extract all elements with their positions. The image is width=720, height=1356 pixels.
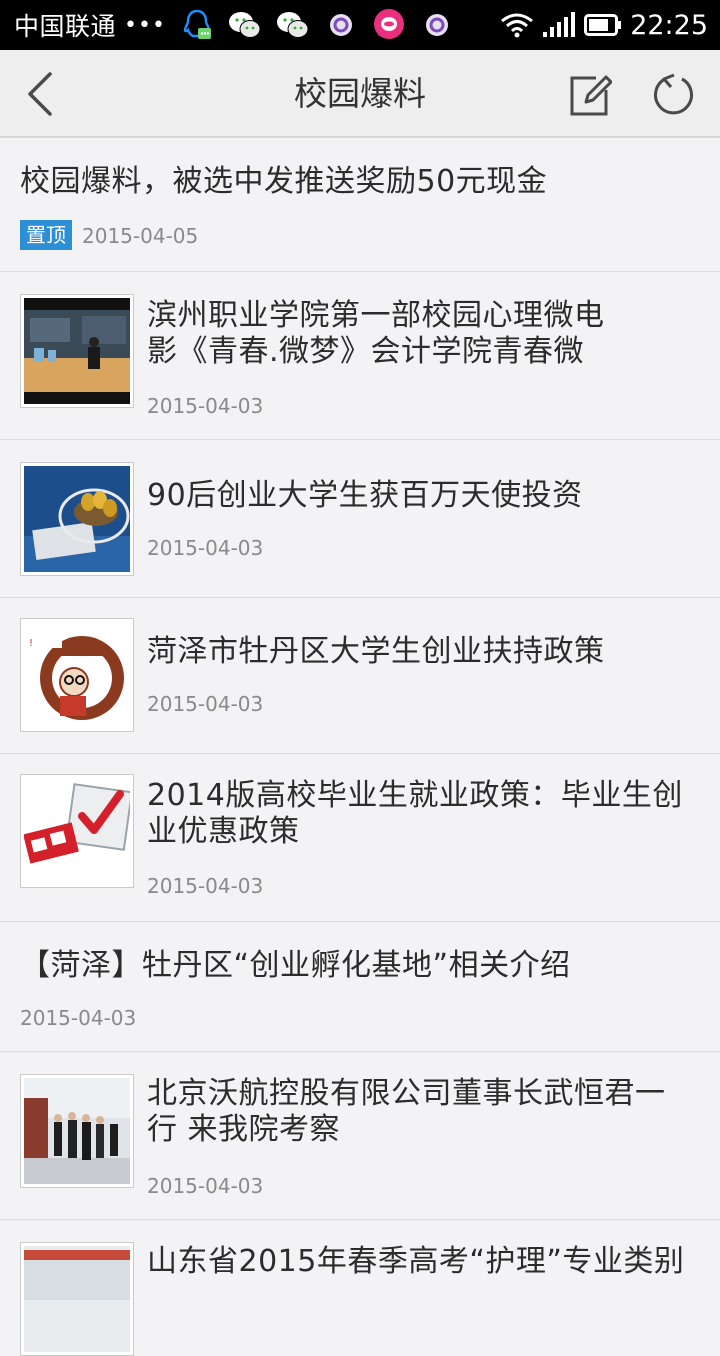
item-date: 2015-04-03 bbox=[147, 394, 264, 418]
item-thumbnail: ! bbox=[20, 618, 134, 732]
item-date: 2015-04-03 bbox=[147, 874, 264, 898]
item-title-line: 行 来我院考察 bbox=[147, 1112, 341, 1147]
pink-chat-icon bbox=[372, 8, 406, 42]
notification-icons bbox=[180, 8, 468, 42]
status-bar: 中国联通 ••• 22:25 bbox=[0, 0, 720, 50]
classroom-photo bbox=[24, 298, 130, 404]
item-title: 90后创业大学生获百万天使投资 bbox=[147, 478, 583, 514]
checkmark-graphic bbox=[24, 778, 130, 884]
clock: 22:25 bbox=[630, 9, 708, 41]
item-title-line: 菏泽市牡丹区大学生创业扶持政策 bbox=[147, 634, 605, 669]
battery-icon bbox=[584, 13, 622, 37]
item-title-line: 业优惠政策 bbox=[147, 814, 300, 849]
carrier-name: 中国联通 bbox=[14, 12, 117, 41]
wechat-icon bbox=[228, 8, 262, 42]
item-title-line: 影《青春.微梦》会计学院青春微 bbox=[147, 334, 585, 369]
list-item[interactable]: 90后创业大学生获百万天使投资 2015-04-03 bbox=[0, 440, 720, 598]
item-title: 校园爆料，被选中发推送奖励50元现金 bbox=[20, 164, 547, 200]
item-title-line: 北京沃航控股有限公司董事长武恒君一 bbox=[147, 1076, 666, 1111]
item-title: 滨州职业学院第一部校园心理微电 影《青春.微梦》会计学院青春微 bbox=[147, 298, 605, 370]
item-title: 山东省2015年春季高考“护理”专业类别 bbox=[147, 1244, 684, 1280]
wifi-icon bbox=[500, 12, 534, 38]
item-title: 【菏泽】牡丹区“创业孵化基地”相关介绍 bbox=[20, 948, 571, 984]
list-item[interactable]: ! 菏泽市牡丹区大学生创业扶持政策 2015-04-03 bbox=[0, 598, 720, 754]
item-title-line: 滨州职业学院第一部校园心理微电 bbox=[147, 298, 605, 333]
item-thumbnail bbox=[20, 294, 134, 408]
golden-eggs-photo bbox=[24, 466, 130, 572]
item-thumbnail bbox=[20, 462, 134, 576]
item-title: 2014版高校毕业生就业政策：毕业生创 业优惠政策 bbox=[147, 778, 683, 850]
signal-icon bbox=[542, 12, 576, 38]
compose-button[interactable] bbox=[562, 68, 616, 122]
item-title: 菏泽市牡丹区大学生创业扶持政策 bbox=[147, 634, 605, 670]
system-status: 22:25 bbox=[492, 10, 708, 41]
wechat-icon bbox=[276, 8, 310, 42]
edit-icon bbox=[570, 75, 612, 116]
app-header: 校园爆料 bbox=[0, 50, 720, 138]
item-date: 2015-04-03 bbox=[147, 536, 264, 560]
list-item[interactable]: 【菏泽】牡丹区“创业孵化基地”相关介绍 2015-04-03 bbox=[0, 922, 720, 1052]
item-date: 2015-04-03 bbox=[147, 1174, 264, 1198]
refresh-icon bbox=[654, 73, 693, 115]
list-item[interactable]: 滨州职业学院第一部校园心理微电 影《青春.微梦》会计学院青春微 2015-04-… bbox=[0, 272, 720, 440]
item-title-line: 2014版高校毕业生就业政策：毕业生创 bbox=[147, 778, 683, 813]
item-date: 2015-04-03 bbox=[147, 692, 264, 716]
list-item[interactable]: 2014版高校毕业生就业政策：毕业生创 业优惠政策 2015-04-03 bbox=[0, 754, 720, 922]
item-thumbnail bbox=[20, 1242, 134, 1356]
refresh-button[interactable] bbox=[648, 68, 702, 122]
pinned-badge: 置顶 bbox=[20, 220, 72, 250]
item-thumbnail bbox=[20, 774, 134, 888]
item-title-line: 90后创业大学生获百万天使投资 bbox=[147, 478, 583, 513]
purple-circle-icon bbox=[324, 8, 358, 42]
list-item[interactable]: 北京沃航控股有限公司董事长武恒君一 行 来我院考察 2015-04-03 bbox=[0, 1052, 720, 1220]
item-title-line: 校园爆料，被选中发推送奖励50元现金 bbox=[20, 164, 548, 199]
qq-icon bbox=[180, 8, 214, 42]
startup-cartoon: ! bbox=[24, 622, 130, 728]
item-date: 2015-04-05 bbox=[82, 224, 199, 248]
more-notifications-dots: ••• bbox=[124, 12, 166, 38]
item-date: 2015-04-03 bbox=[20, 1006, 137, 1030]
item-title-line: 山东省2015年春季高考“护理”专业类别 bbox=[147, 1244, 685, 1279]
list-item-pinned[interactable]: 校园爆料，被选中发推送奖励50元现金 置顶 2015-04-05 bbox=[0, 138, 720, 272]
visitors-photo bbox=[24, 1078, 130, 1184]
building-photo bbox=[24, 1246, 130, 1352]
purple-circle-icon bbox=[420, 8, 454, 42]
svg-text:!: ! bbox=[29, 638, 33, 649]
item-title: 北京沃航控股有限公司董事长武恒君一 行 来我院考察 bbox=[147, 1076, 666, 1148]
item-title-line: 【菏泽】牡丹区“创业孵化基地”相关介绍 bbox=[20, 948, 571, 983]
item-thumbnail bbox=[20, 1074, 134, 1188]
